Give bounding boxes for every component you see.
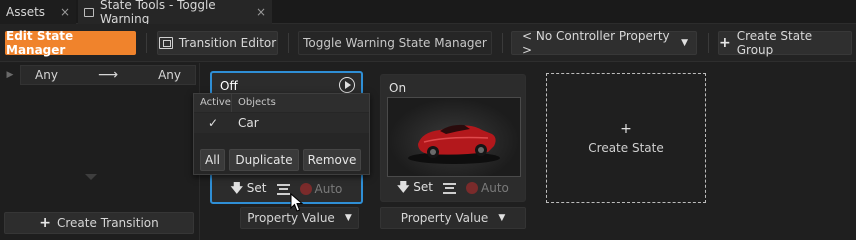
popup-buttons: All Duplicate Remove: [200, 149, 361, 171]
play-icon[interactable]: [339, 77, 355, 93]
toolbar-divider: [288, 33, 289, 53]
list-item[interactable]: ✓ Car: [194, 113, 369, 133]
toolbar-divider: [502, 33, 503, 53]
state-actions: 🡇 Set Auto: [381, 179, 525, 197]
state-thumbnail: [387, 97, 521, 177]
auto-label: Auto: [481, 181, 509, 195]
create-transition-button[interactable]: + Create Transition: [4, 212, 194, 234]
button-label: Create State Group: [736, 29, 813, 57]
set-button[interactable]: 🡇 Set: [231, 179, 267, 200]
button-label: Transition Editor: [178, 36, 277, 50]
object-name: Car: [238, 116, 259, 130]
state-card-on[interactable]: On 🡇 Set Auto: [380, 74, 526, 202]
create-state-button[interactable]: + Create State: [546, 73, 706, 203]
state-objects-popup: Active Objects ✓ Car All Duplicate Remov…: [193, 93, 370, 175]
tab-label: State Tools - Toggle Warning: [100, 0, 216, 26]
set-label: Set: [413, 179, 433, 194]
active-checkbox[interactable]: ✓: [194, 116, 232, 130]
dropdown-value: Property Value: [400, 211, 489, 225]
column-header-objects: Objects: [238, 97, 276, 108]
remove-button[interactable]: Remove: [303, 149, 361, 171]
state-name: Off: [220, 79, 238, 93]
column-header-active: Active: [194, 94, 232, 112]
state-name: On: [389, 81, 407, 95]
set-label: Set: [246, 180, 267, 195]
transition-field[interactable]: Any ⟶ Any: [20, 65, 196, 85]
objects-list-icon[interactable]: [443, 182, 456, 194]
duplicate-button[interactable]: Duplicate: [229, 149, 299, 171]
toolbar: Edit State Manager Transition Editor Tog…: [0, 24, 856, 62]
create-state-label: Create State: [588, 141, 664, 155]
dropdown-value: Property Value: [247, 211, 335, 225]
arrow-right-icon: ⟶: [97, 67, 119, 83]
toolbar-divider: [146, 33, 147, 53]
auto-toggle[interactable]: Auto: [299, 182, 343, 196]
mouse-cursor-icon: [290, 193, 304, 212]
create-state-group-button[interactable]: + Create State Group: [718, 29, 852, 57]
chevron-down-icon: ▼: [344, 213, 352, 223]
plus-icon: +: [620, 121, 632, 137]
auto-label: Auto: [314, 182, 343, 196]
chevron-down-icon: ▼: [498, 213, 506, 223]
toolbar-divider: [708, 33, 709, 53]
dropdown-value: < No Controller Property >: [522, 29, 670, 57]
tab-bar: Assets × State Tools - Toggle Warning ×: [0, 0, 856, 26]
edit-state-manager-button[interactable]: Edit State Manager: [5, 29, 136, 57]
state-manager-name[interactable]: Toggle Warning State Manager: [298, 31, 492, 55]
auto-toggle[interactable]: Auto: [466, 181, 509, 195]
all-button[interactable]: All: [200, 149, 225, 171]
close-icon[interactable]: ×: [60, 5, 70, 19]
close-icon[interactable]: ×: [256, 5, 266, 19]
transition-to: Any: [158, 68, 181, 82]
plus-icon: +: [719, 35, 731, 51]
transition-from: Any: [35, 68, 58, 82]
expand-triangle-icon[interactable]: ▶: [0, 65, 20, 85]
popup-header: Active Objects: [194, 94, 369, 112]
window-icon: [84, 7, 94, 17]
transition-editor-icon: [158, 37, 173, 49]
download-arrow-icon: 🡇: [230, 180, 243, 195]
transition-editor-button[interactable]: Transition Editor: [157, 31, 278, 55]
property-value-dropdown[interactable]: Property Value ▼: [380, 207, 526, 229]
tab-state-tools[interactable]: State Tools - Toggle Warning ×: [78, 0, 272, 26]
tab-label: Assets: [6, 5, 46, 19]
plus-icon: +: [39, 215, 51, 231]
set-button[interactable]: 🡇 Set: [397, 178, 433, 199]
car-image: [408, 124, 500, 164]
record-icon: [466, 182, 478, 194]
download-arrow-icon: 🡇: [397, 179, 410, 194]
transitions-panel: ▶ Any ⟶ Any + Create Transition: [0, 63, 200, 240]
objects-list-icon[interactable]: [276, 183, 290, 195]
popup-pointer: [85, 174, 97, 180]
transition-row[interactable]: ▶ Any ⟶ Any: [0, 65, 196, 85]
controller-property-dropdown[interactable]: < No Controller Property > ▼: [511, 29, 697, 57]
state-actions: 🡇 Set Auto: [212, 180, 361, 198]
tab-assets[interactable]: Assets ×: [0, 0, 76, 24]
chevron-down-icon: ▼: [681, 38, 688, 48]
button-label: Create Transition: [57, 216, 159, 230]
